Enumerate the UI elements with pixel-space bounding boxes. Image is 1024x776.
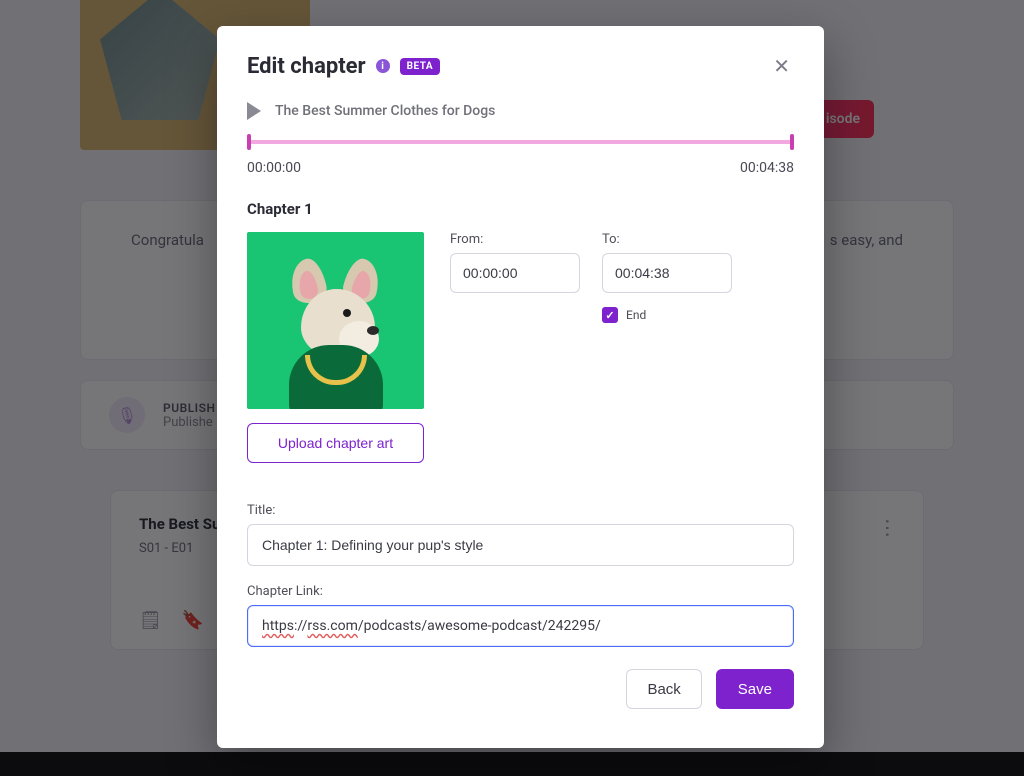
dog-illustration <box>271 255 401 409</box>
to-label: To: <box>602 232 732 247</box>
range-end-handle[interactable] <box>790 134 794 150</box>
info-icon[interactable]: i <box>376 59 390 73</box>
title-input[interactable] <box>247 524 794 566</box>
upload-chapter-art-button[interactable]: Upload chapter art <box>247 423 424 463</box>
from-input[interactable] <box>450 253 580 293</box>
chapter-heading: Chapter 1 <box>247 200 794 218</box>
modal-title: Edit chapter <box>247 54 366 79</box>
chapter-link-input[interactable]: https://rss.com/podcasts/awesome-podcast… <box>247 605 794 647</box>
play-icon[interactable] <box>247 102 261 120</box>
progress-track[interactable] <box>247 134 794 150</box>
link-part-host: rss.com <box>307 618 357 634</box>
edit-chapter-modal: Edit chapter i BETA ✕ The Best Summer Cl… <box>217 26 824 748</box>
end-checkbox[interactable]: ✓ <box>602 307 618 323</box>
beta-badge: BETA <box>400 58 441 75</box>
link-part-sep: :// <box>294 618 307 634</box>
title-label: Title: <box>247 503 794 518</box>
chapter-link-label: Chapter Link: <box>247 584 794 599</box>
save-button[interactable]: Save <box>716 669 794 709</box>
track-title: The Best Summer Clothes for Dogs <box>275 103 495 119</box>
to-input[interactable] <box>602 253 732 293</box>
chapter-art-preview <box>247 232 424 409</box>
end-label: End <box>626 308 646 322</box>
link-part-path: /podcasts/awesome-podcast/242295/ <box>358 618 601 634</box>
close-icon[interactable]: ✕ <box>769 52 794 80</box>
time-start: 00:00:00 <box>247 160 301 176</box>
back-button[interactable]: Back <box>626 669 701 709</box>
time-end: 00:04:38 <box>740 160 794 176</box>
range-start-handle[interactable] <box>247 134 251 150</box>
link-part-protocol: https <box>262 618 294 634</box>
modal-overlay: Edit chapter i BETA ✕ The Best Summer Cl… <box>0 0 1024 776</box>
from-label: From: <box>450 232 580 247</box>
